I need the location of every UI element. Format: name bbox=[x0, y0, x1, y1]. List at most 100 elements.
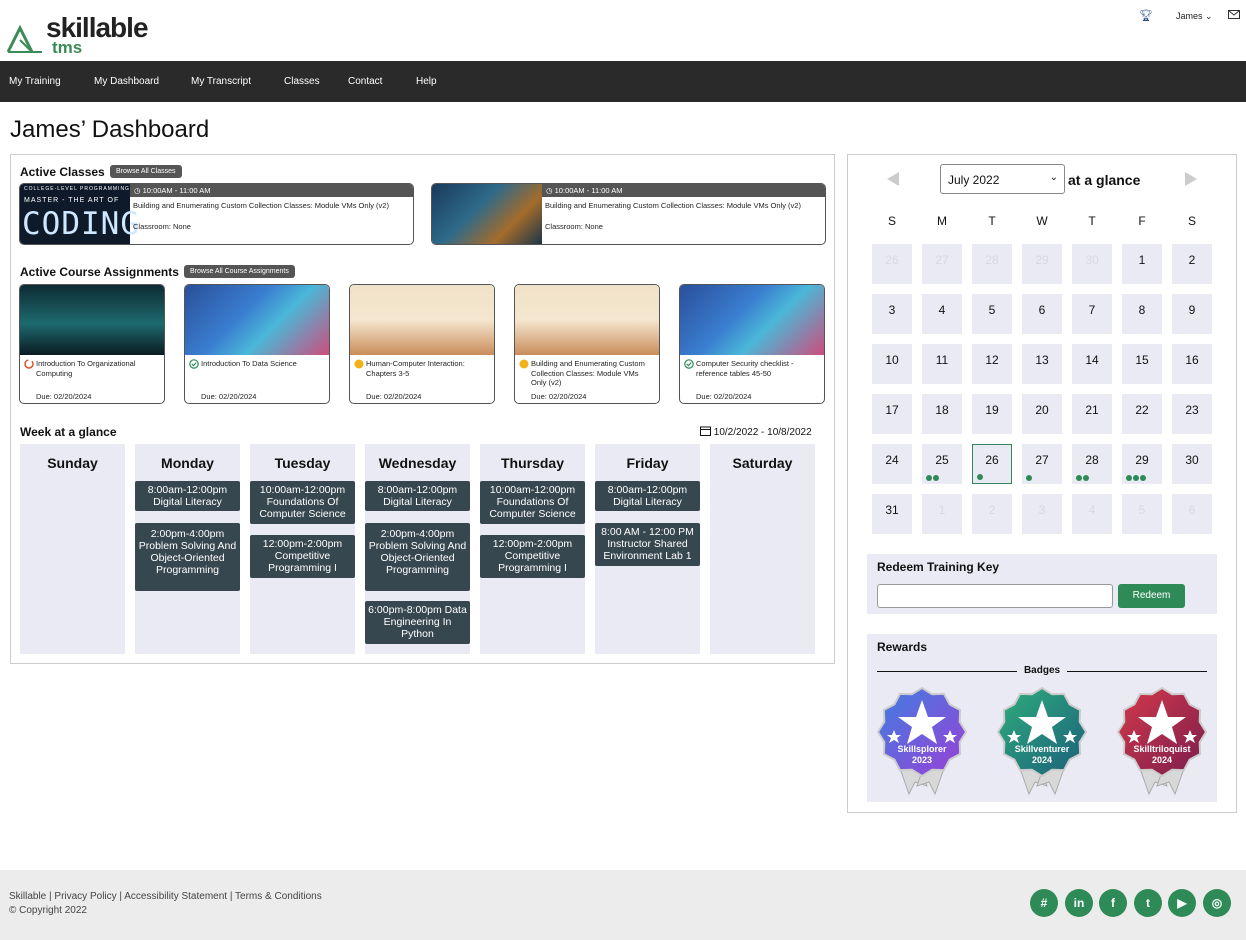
day-column-wednesday: Wednesday 8:00am-12:00pm Digital Literac… bbox=[365, 444, 470, 654]
calendar-day[interactable]: 27 bbox=[1022, 444, 1062, 484]
course-card[interactable]: Introduction To Organizational Computing… bbox=[19, 284, 165, 404]
calendar-day-number: 1 bbox=[1138, 253, 1146, 267]
calendar-day[interactable]: 7 bbox=[1072, 294, 1112, 334]
class-room: Classroom: None bbox=[545, 222, 603, 231]
training-key-input[interactable] bbox=[877, 584, 1113, 608]
calendar-day[interactable]: 12 bbox=[972, 344, 1012, 384]
calendar-day[interactable]: 14 bbox=[1072, 344, 1112, 384]
event-dot bbox=[1026, 475, 1032, 481]
calendar-day[interactable]: 11 bbox=[922, 344, 962, 384]
week-event[interactable]: 10:00am-12:00pm Foundations Of Computer … bbox=[250, 481, 355, 524]
reward-badge[interactable]: Skilltriloquist 2024 bbox=[1116, 686, 1211, 796]
week-event[interactable]: 8:00am-12:00pm Digital Literacy bbox=[365, 481, 470, 511]
event-dot bbox=[1140, 475, 1146, 481]
linkedin-icon[interactable]: in bbox=[1065, 889, 1093, 917]
nav-help[interactable]: Help bbox=[416, 76, 437, 87]
week-event[interactable]: 2:00pm-4:00pm Problem Solving And Object… bbox=[135, 523, 240, 591]
calendar-day[interactable]: 29 bbox=[1122, 444, 1162, 484]
month-select-value: July 2022 bbox=[948, 173, 1000, 187]
calendar-day[interactable]: 1 bbox=[1122, 244, 1162, 284]
calendar-day[interactable]: 8 bbox=[1122, 294, 1162, 334]
calendar-day[interactable]: 26 bbox=[972, 444, 1012, 484]
calendar-day[interactable]: 10 bbox=[872, 344, 912, 384]
footer-links[interactable]: Skillable | Privacy Policy | Accessibili… bbox=[9, 891, 322, 902]
calendar-day[interactable]: 23 bbox=[1172, 394, 1212, 434]
calendar-day-number: 29 bbox=[1035, 253, 1049, 267]
calendar-day[interactable]: 22 bbox=[1122, 394, 1162, 434]
slack-icon[interactable]: # bbox=[1030, 889, 1058, 917]
calendar-day[interactable]: 24 bbox=[872, 444, 912, 484]
course-card[interactable]: Human-Computer Interaction: Chapters 3-5… bbox=[349, 284, 495, 404]
week-event[interactable]: 12:00pm-2:00pm Competitive Programming I bbox=[250, 535, 355, 578]
class-card[interactable]: ◷ 10:00AM - 11:00 AM Building and Enumer… bbox=[431, 183, 826, 245]
youtube-icon[interactable]: ▶ bbox=[1168, 889, 1196, 917]
calendar-day[interactable]: 28 bbox=[1072, 444, 1112, 484]
week-event[interactable]: 8:00am-12:00pm Digital Literacy bbox=[595, 481, 700, 511]
calendar-day[interactable]: 16 bbox=[1172, 344, 1212, 384]
user-menu[interactable]: James ⌄ bbox=[1176, 11, 1213, 22]
nav-contact[interactable]: Contact bbox=[348, 76, 382, 87]
course-name: Computer Security checklist - reference … bbox=[696, 359, 794, 378]
calendar-day[interactable]: 9 bbox=[1172, 294, 1212, 334]
week-range[interactable]: 10/2/2022 - 10/8/2022 bbox=[700, 426, 812, 438]
week-event[interactable]: 8:00am-12:00pm Digital Literacy bbox=[135, 481, 240, 511]
browse-all-course-assignments-button[interactable]: Browse All Course Assignments bbox=[184, 265, 295, 278]
calendar-day[interactable]: 5 bbox=[972, 294, 1012, 334]
calendar-day[interactable]: 25 bbox=[922, 444, 962, 484]
course-card[interactable]: Introduction To Data Science Due: 02/20/… bbox=[184, 284, 330, 404]
nav-my-dashboard[interactable]: My Dashboard bbox=[94, 76, 159, 87]
week-event[interactable]: 10:00am-12:00pm Foundations Of Computer … bbox=[480, 481, 585, 524]
day-name: Friday bbox=[626, 455, 669, 471]
mail-icon[interactable] bbox=[1228, 10, 1240, 20]
calendar-day-number: 25 bbox=[935, 453, 949, 467]
redeem-title: Redeem Training Key bbox=[877, 560, 1000, 574]
nav-classes[interactable]: Classes bbox=[284, 76, 320, 87]
calendar-day[interactable]: 19 bbox=[972, 394, 1012, 434]
calendar-day[interactable]: 2 bbox=[1172, 244, 1212, 284]
reward-badge[interactable]: Skillsplorer 2023 bbox=[876, 686, 971, 796]
badge-name: Skillventurer 2024 bbox=[1014, 744, 1070, 765]
facebook-icon[interactable]: f bbox=[1099, 889, 1127, 917]
twitter-icon[interactable]: t bbox=[1134, 889, 1162, 917]
week-event[interactable]: 2:00pm-4:00pm Problem Solving And Object… bbox=[365, 523, 470, 591]
calendar-day-number: 8 bbox=[1138, 303, 1146, 317]
calendar-day[interactable]: 15 bbox=[1122, 344, 1162, 384]
week-event[interactable]: 12:00pm-2:00pm Competitive Programming I bbox=[480, 535, 585, 578]
event-dots bbox=[1076, 475, 1089, 481]
calendar-day[interactable]: 6 bbox=[1022, 294, 1062, 334]
calendar-day[interactable]: 3 bbox=[872, 294, 912, 334]
week-event[interactable]: 8:00 AM - 12:00 PM Instructor Shared Env… bbox=[595, 523, 700, 566]
prev-month-arrow-icon[interactable] bbox=[887, 172, 899, 186]
calendar-day[interactable]: 18 bbox=[922, 394, 962, 434]
day-name: Thursday bbox=[500, 455, 564, 471]
class-card[interactable]: COLLEGE-LEVEL PROGRAMMING MASTER - THE A… bbox=[19, 183, 414, 245]
calendar-day-number: 17 bbox=[885, 403, 899, 417]
calendar-day[interactable]: 31 bbox=[872, 494, 912, 534]
redeem-training-key-section: Redeem Training Key Redeem bbox=[867, 554, 1217, 614]
redeem-button[interactable]: Redeem bbox=[1118, 584, 1185, 608]
instagram-icon[interactable]: ◎ bbox=[1203, 889, 1231, 917]
event-dot bbox=[1126, 475, 1132, 481]
week-event[interactable]: 6:00pm-8:00pm Data Engineering In Python bbox=[365, 601, 470, 644]
browse-all-classes-button[interactable]: Browse All Classes bbox=[110, 165, 182, 178]
course-due: Due: 02/20/2024 bbox=[696, 392, 752, 401]
calendar-day[interactable]: 30 bbox=[1172, 444, 1212, 484]
calendar-day[interactable]: 21 bbox=[1072, 394, 1112, 434]
weekday-label: T bbox=[1088, 214, 1096, 228]
calendar-day[interactable]: 13 bbox=[1022, 344, 1062, 384]
month-select[interactable]: July 2022 ⌄ bbox=[940, 164, 1065, 194]
calendar-day[interactable]: 17 bbox=[872, 394, 912, 434]
trophy-icon[interactable]: 🏆︎ bbox=[1139, 9, 1153, 22]
calendar-day-number: 18 bbox=[935, 403, 949, 417]
course-card[interactable]: Computer Security checklist - reference … bbox=[679, 284, 825, 404]
nav-my-training[interactable]: My Training bbox=[9, 76, 61, 87]
calendar-day[interactable]: 4 bbox=[922, 294, 962, 334]
skillable-logo[interactable]: skillable tms bbox=[6, 8, 149, 57]
calendar-day[interactable]: 20 bbox=[1022, 394, 1062, 434]
calendar-day-number: 29 bbox=[1135, 453, 1149, 467]
calendar-icon bbox=[700, 426, 711, 436]
next-month-arrow-icon[interactable] bbox=[1185, 172, 1197, 186]
reward-badge[interactable]: Skillventurer 2024 bbox=[996, 686, 1091, 796]
course-card[interactable]: Building and Enumerating Custom Collecti… bbox=[514, 284, 660, 404]
nav-my-transcript[interactable]: My Transcript bbox=[191, 76, 251, 87]
